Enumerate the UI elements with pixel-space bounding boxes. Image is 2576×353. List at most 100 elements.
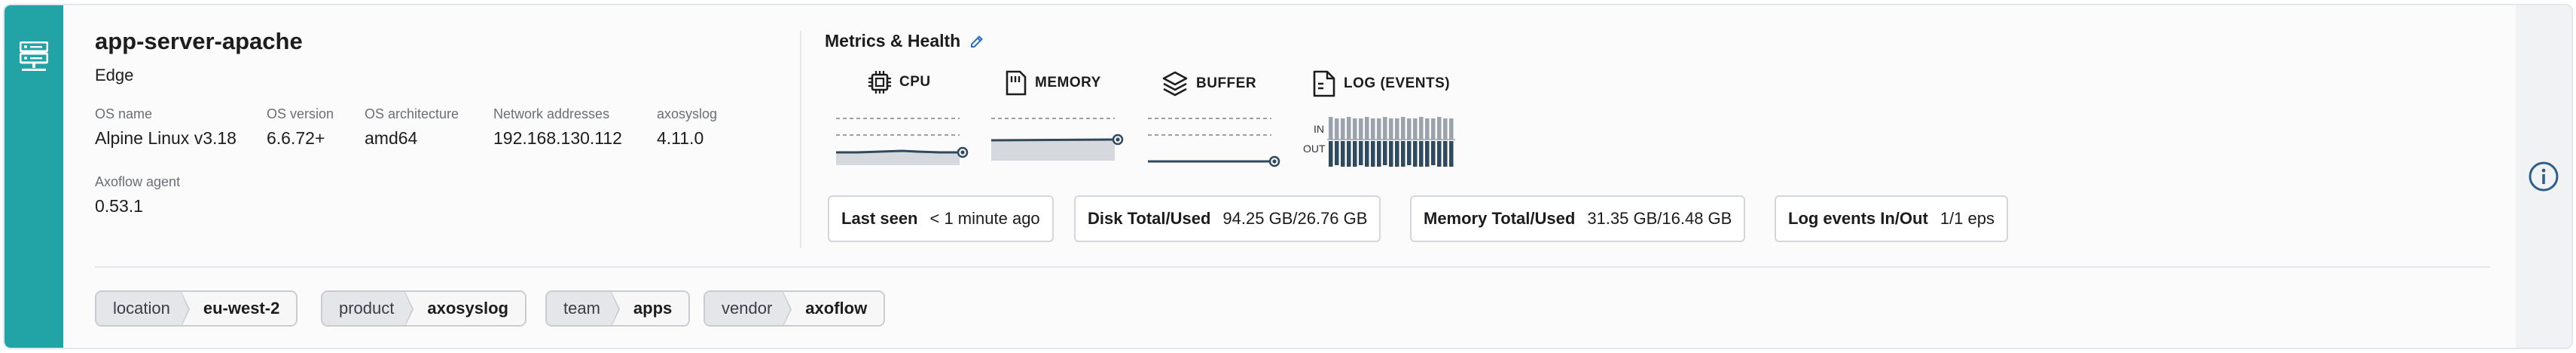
last-seen-label: Last seen [841,209,918,228]
log-out-bar [1419,141,1424,167]
log-events-bars[interactable] [1327,112,1455,170]
field-label: axosyslog [657,106,718,121]
section-divider [800,31,801,248]
label-value: eu-west-2 [180,292,297,325]
log-out-bar [1383,141,1387,165]
cpu-chip-icon [868,71,891,94]
log-in-bar [1395,118,1399,140]
field-os-architecture: OS architecture amd64 [365,106,459,149]
cpu-sparkline[interactable] [835,114,970,168]
log-out-bar [1371,141,1375,167]
log-out-bar [1443,141,1448,167]
log-out-bar [1329,141,1333,167]
log-in-bar [1341,118,1345,140]
memory-label: MEMORY [1035,75,1101,91]
log-metric-header: LOG (EVENTS) [1312,70,1450,97]
host-type-strip [5,5,63,348]
disk-label: Disk Total/Used [1088,209,1211,228]
log-in-bar [1377,118,1381,140]
log-in-bar [1413,118,1418,140]
label-key: vendor [705,292,792,325]
memory-metric-header: MEMORY [1005,70,1101,96]
log-out-bar [1431,141,1436,165]
info-icon[interactable] [2528,161,2559,192]
label-key: location [96,292,190,325]
memory-stat-value: 31.35 GB/16.48 GB [1587,209,1732,228]
log-in-bar [1335,118,1339,140]
label-chip-team[interactable]: team apps [545,290,691,327]
log-out-bar [1437,141,1442,167]
field-axosyslog: axosyslog 4.11.0 [657,106,717,149]
log-out-bar [1347,141,1351,167]
log-out-bar [1413,141,1418,167]
log-out-label: OUT [1303,143,1326,155]
log-out-bar [1377,141,1381,167]
log-out-bar [1395,141,1399,167]
log-out-bar [1407,141,1412,165]
field-network-addresses: Network addresses 192.168.130.112 [493,106,622,149]
log-in-bar [1353,118,1357,140]
log-in-bar [1431,118,1436,140]
label-chip-vendor[interactable]: vendor axoflow [704,290,886,327]
disk-pill: Disk Total/Used 94.25 GB/26.76 GB [1074,195,1381,242]
host-type: Edge [95,66,134,84]
host-name[interactable]: app-server-apache [95,28,303,55]
disk-value: 94.25 GB/26.76 GB [1222,209,1368,228]
label-value: apps [610,292,689,325]
cpu-metric-header: CPU [868,70,931,94]
log-in-bar [1347,117,1351,140]
log-events-label: Log events In/Out [1788,209,1928,228]
field-axoflow-agent: Axoflow agent 0.53.1 [95,174,180,216]
label-value: axoflow [783,292,884,325]
field-value: amd64 [365,128,418,148]
memory-card-icon [1006,70,1027,96]
log-out-bar [1365,141,1369,167]
memory-pill: Memory Total/Used 31.35 GB/16.48 GB [1410,195,1746,242]
label-chip-location[interactable]: location eu-west-2 [95,290,298,327]
document-icon [1313,70,1335,97]
metrics-title: Metrics & Health [825,31,961,51]
memory-stat-label: Memory Total/Used [1424,209,1576,228]
label-key: product [322,292,414,325]
field-label: OS architecture [365,106,459,121]
last-seen-value: < 1 minute ago [929,209,1040,228]
log-out-bar [1341,141,1345,167]
labels-divider [95,266,2490,268]
label-key: team [547,292,620,325]
buffer-label: BUFFER [1196,75,1257,91]
log-in-bar [1425,118,1430,140]
log-in-bar [1365,117,1369,140]
pencil-icon[interactable] [969,34,984,49]
log-out-bar [1353,141,1357,167]
log-in-bar [1359,118,1363,140]
memory-sparkline[interactable] [990,114,1125,168]
log-in-bar [1407,118,1412,140]
field-os-version: OS version 6.6.72+ [267,106,334,149]
log-events-pill: Log events In/Out 1/1 eps [1775,195,2008,242]
log-in-bar [1389,118,1393,140]
log-out-bar [1389,141,1393,167]
buffer-sparkline[interactable] [1146,114,1282,168]
log-in-bar [1437,117,1442,140]
field-value: 0.53.1 [95,196,143,216]
log-out-bar [1335,141,1339,165]
log-in-bar [1449,118,1454,140]
log-out-bar [1359,141,1363,165]
last-seen-pill: Last seen < 1 minute ago [828,195,1054,242]
log-label: LOG (EVENTS) [1344,75,1451,91]
field-label: OS version [267,106,334,121]
label-value: axosyslog [404,292,525,325]
log-out-bar [1449,141,1454,167]
log-in-bar [1401,117,1406,140]
buffer-metric-header: BUFFER [1161,70,1256,97]
label-chip-product[interactable]: product axosyslog [321,290,526,327]
cpu-label: CPU [899,74,931,90]
log-out-bar [1425,141,1430,167]
field-label: Axoflow agent [95,174,181,189]
field-value: 6.6.72+ [267,128,325,148]
field-value: Alpine Linux v3.18 [95,128,237,148]
log-in-bar [1383,117,1387,140]
log-in-bar [1419,117,1424,140]
host-card: app-server-apache Edge OS name Alpine Li… [3,4,2573,349]
field-value: 192.168.130.112 [493,128,622,148]
